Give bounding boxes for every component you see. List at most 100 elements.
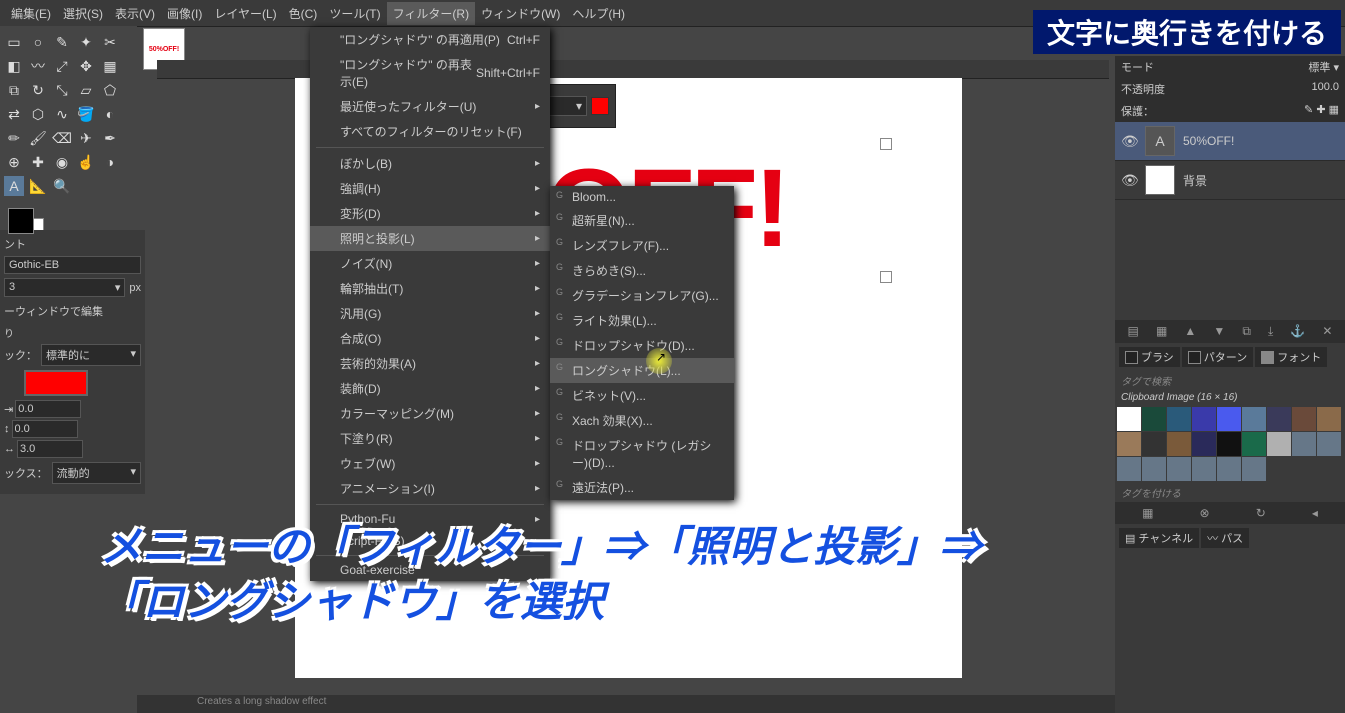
smi-perspective[interactable]: 遠近法(P)... <box>550 475 734 500</box>
tool-picker[interactable]: ⤢ <box>52 56 72 76</box>
menu-window[interactable]: ウィンドウ(W) <box>475 2 566 25</box>
tool-zoom[interactable]: 🔍 <box>52 176 72 196</box>
refresh-icon[interactable]: ↻ <box>1256 506 1266 520</box>
smi-sparkle[interactable]: きらめき(S)... <box>550 258 734 283</box>
pattern-swatch[interactable] <box>1217 407 1241 431</box>
tool-cage[interactable]: ⬡ <box>28 104 48 124</box>
smi-lighting[interactable]: ライト効果(L)... <box>550 308 734 333</box>
tool-shear[interactable]: ▱ <box>76 80 96 100</box>
tool-scale[interactable]: ⤡ <box>52 80 72 100</box>
tool-fuzzy-select[interactable]: ✦ <box>76 32 96 52</box>
smi-lens-flare[interactable]: レンズフレア(F)... <box>550 233 734 258</box>
pattern-swatch[interactable] <box>1142 457 1166 481</box>
mi-recent[interactable]: 最近使ったフィルター(U) <box>310 94 550 119</box>
delete-icon[interactable]: ✕ <box>1322 324 1332 339</box>
tool-airbrush[interactable]: ✈ <box>76 128 96 148</box>
menu-image[interactable]: 画像(I) <box>161 2 208 25</box>
tool-ink[interactable]: ✒ <box>100 128 120 148</box>
merge-icon[interactable]: ⤓ <box>1268 324 1273 339</box>
tool-ellipse-select[interactable]: ○ <box>28 32 48 52</box>
mi-blur[interactable]: ぼかし(B) <box>310 151 550 176</box>
menu-color[interactable]: 色(C) <box>283 2 324 25</box>
menu-tools[interactable]: ツール(T) <box>323 2 386 25</box>
tool-flip[interactable]: ⇄ <box>4 104 24 124</box>
mode-select[interactable]: 標準的に▾ <box>41 344 141 366</box>
pattern-swatch[interactable] <box>1317 432 1341 456</box>
tool-bucket[interactable]: 🪣 <box>76 104 96 124</box>
pattern-swatch[interactable] <box>1242 407 1266 431</box>
mi-reset[interactable]: すべてのフィルターのリセット(F) <box>310 119 550 144</box>
tool-paths[interactable]: 〰 <box>28 56 48 76</box>
pattern-swatch[interactable] <box>1292 407 1316 431</box>
smi-long-shadow[interactable]: ロングシャドウ(L)... <box>550 358 734 383</box>
line-spacing-input[interactable] <box>12 420 78 438</box>
smi-gradient-flare[interactable]: グラデーションフレア(G)... <box>550 283 734 308</box>
smi-drop-shadow[interactable]: ドロップシャドウ(D)... <box>550 333 734 358</box>
smi-drop-shadow-legacy[interactable]: ドロップシャドウ (レガシー)(D)... <box>550 433 734 475</box>
tool-move[interactable]: ✥ <box>76 56 96 76</box>
box-select[interactable]: 流動的▾ <box>52 462 141 484</box>
tool-foreground[interactable]: ◧ <box>4 56 24 76</box>
pattern-swatch[interactable] <box>1292 432 1316 456</box>
font-select[interactable]: Gothic-EB <box>4 256 141 274</box>
pattern-swatch[interactable] <box>1142 432 1166 456</box>
tool-pencil[interactable]: ✏ <box>4 128 24 148</box>
close-icon[interactable]: ⊗ <box>1200 506 1210 520</box>
visibility-icon[interactable]: 👁 <box>1121 133 1137 150</box>
pattern-swatch[interactable] <box>1192 432 1216 456</box>
pattern-swatch[interactable] <box>1117 407 1141 431</box>
pattern-swatch[interactable] <box>1317 407 1341 431</box>
pattern-swatch[interactable] <box>1142 407 1166 431</box>
tool-align[interactable]: ▦ <box>100 56 120 76</box>
down-icon[interactable]: ▼ <box>1213 324 1225 339</box>
tool-smudge[interactable]: ☝ <box>76 152 96 172</box>
mi-render[interactable]: 下塗り(R) <box>310 426 550 451</box>
pattern-swatch[interactable] <box>1192 407 1216 431</box>
indent-input[interactable] <box>15 400 81 418</box>
menu-layer[interactable]: レイヤー(L) <box>208 2 282 25</box>
menu-select[interactable]: 選択(S) <box>57 2 109 25</box>
mi-distort[interactable]: 変形(D) <box>310 201 550 226</box>
mi-artistic[interactable]: 芸術的効果(A) <box>310 351 550 376</box>
tool-free-select[interactable]: ✎ <box>52 32 72 52</box>
menu-icon[interactable]: ◂ <box>1312 506 1318 520</box>
opacity-value[interactable]: 100.0 <box>1311 81 1339 97</box>
pattern-swatch[interactable] <box>1242 457 1266 481</box>
mi-reapply[interactable]: "ロングシャドウ" の再適用(P)Ctrl+F <box>310 27 550 52</box>
mi-map[interactable]: カラーマッピング(M) <box>310 401 550 426</box>
pattern-swatch[interactable] <box>1167 407 1191 431</box>
mode-select[interactable]: 標準 <box>1308 62 1330 74</box>
tool-rect-select[interactable]: ▭ <box>4 32 24 52</box>
menu-edit[interactable]: 編集(E) <box>5 2 57 25</box>
unit-label[interactable]: px <box>129 282 141 294</box>
tool-text[interactable]: A <box>4 176 24 196</box>
layer-row[interactable]: 👁 背景 <box>1115 161 1345 200</box>
lock-icons[interactable]: ✎ ✚ ▦ <box>1304 103 1339 119</box>
layer-row[interactable]: 👁 A 50%OFF! <box>1115 122 1345 161</box>
smi-bloom[interactable]: Bloom... <box>550 186 734 208</box>
pattern-swatch[interactable] <box>1167 457 1191 481</box>
layer-name[interactable]: 50%OFF! <box>1183 134 1234 148</box>
mi-light-shadow[interactable]: 照明と投影(L) <box>310 226 550 251</box>
smi-vignette[interactable]: ビネット(V)... <box>550 383 734 408</box>
tab-channels[interactable]: ▤ チャンネル <box>1119 528 1199 548</box>
tab-font[interactable]: フォント <box>1255 347 1327 367</box>
pattern-swatch[interactable] <box>1267 407 1291 431</box>
group-icon[interactable]: ▦ <box>1156 324 1167 339</box>
ruler-horizontal[interactable] <box>157 60 1109 79</box>
menu-filter[interactable]: フィルター(R) <box>387 2 475 25</box>
duplicate-icon[interactable]: ⧉ <box>1242 324 1251 339</box>
pattern-swatch[interactable] <box>1117 457 1141 481</box>
anchor-icon[interactable]: ⚓ <box>1290 324 1305 339</box>
layer-name[interactable]: 背景 <box>1183 172 1207 189</box>
float-color[interactable] <box>591 97 609 115</box>
search-tag[interactable]: タグで検索 <box>1115 371 1345 390</box>
smi-supernova[interactable]: 超新星(N)... <box>550 208 734 233</box>
mi-combine[interactable]: 合成(O) <box>310 326 550 351</box>
tool-eraser[interactable]: ⌫ <box>52 128 72 148</box>
tool-warp[interactable]: ∿ <box>52 104 72 124</box>
pattern-swatch[interactable] <box>1217 432 1241 456</box>
tool-gradient[interactable]: ◐ <box>100 104 120 124</box>
tool-clone[interactable]: ⊕ <box>4 152 24 172</box>
mi-generic[interactable]: 汎用(G) <box>310 301 550 326</box>
